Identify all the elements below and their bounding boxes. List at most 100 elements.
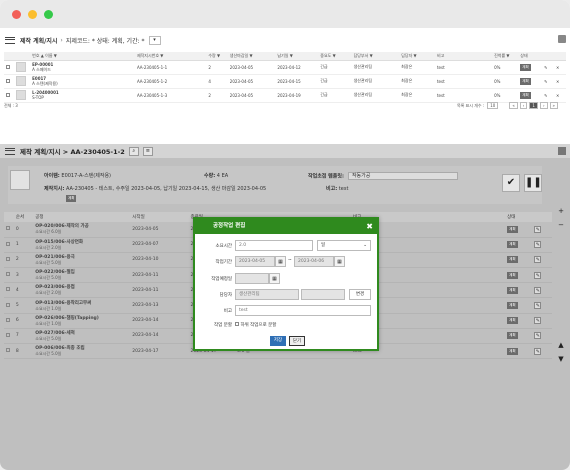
row-select-cell[interactable] — [4, 343, 14, 360]
edit-icon[interactable]: ✎ — [534, 302, 542, 310]
row-checkbox[interactable] — [6, 64, 10, 69]
edit-icon[interactable]: ✎ — [534, 332, 542, 340]
confirm-check-icon[interactable]: ✔ — [502, 174, 520, 192]
minimize-window-dot[interactable] — [28, 10, 37, 19]
period-end-input[interactable]: 2023-04-06 — [294, 256, 334, 267]
edit-icon[interactable]: ✎ — [534, 256, 542, 264]
edit-icon[interactable]: ✎ — [534, 241, 542, 249]
manager-change-button[interactable]: 변경 — [349, 289, 371, 300]
column-header[interactable] — [4, 212, 14, 222]
delete-icon[interactable]: ✕ — [556, 79, 559, 84]
note-input[interactable]: test — [235, 305, 371, 316]
duration-unit-select[interactable]: 일 ⌄ — [317, 240, 371, 251]
column-header[interactable] — [484, 52, 493, 61]
edit-icon[interactable]: ✎ — [534, 317, 542, 325]
checkbox-icon[interactable] — [235, 322, 239, 326]
pager-button[interactable]: 1 — [529, 102, 538, 109]
search-icon[interactable]: ⌕ — [128, 146, 139, 156]
column-header[interactable]: 번호 ▲ 이름 ▼ — [30, 52, 114, 61]
table-row[interactable]: E0017 A 스텐(제작용) AA-230405-1-2 4 2023-04-05 20… — [4, 74, 566, 89]
edit-icon[interactable]: ✎ — [534, 347, 542, 355]
edit-icon[interactable]: ✎ — [544, 93, 547, 98]
calendar-icon[interactable]: ▦ — [334, 256, 345, 267]
column-header[interactable] — [495, 212, 506, 222]
zoom-out-icon[interactable]: − — [556, 220, 566, 230]
column-header[interactable] — [13, 52, 31, 61]
manager-extra-input[interactable] — [301, 289, 345, 300]
row-select-cell[interactable] — [4, 237, 14, 253]
eta-input[interactable] — [235, 273, 269, 284]
maximize-window-dot[interactable] — [44, 10, 53, 19]
row-checkbox[interactable] — [6, 256, 10, 261]
period-start-input[interactable]: 2023-04-05 — [235, 256, 275, 267]
delete-icon[interactable]: ✕ — [556, 65, 559, 70]
column-header[interactable]: 시작일 — [130, 212, 189, 222]
move-up-icon[interactable]: ▲ — [556, 340, 566, 350]
manager-input[interactable]: 생산관리팀 — [235, 289, 299, 300]
column-header[interactable]: 수량 ▼ — [206, 52, 228, 61]
edit-icon[interactable]: ✎ — [534, 286, 542, 294]
column-header[interactable]: 상태 — [518, 52, 543, 61]
save-button[interactable]: 저장 — [270, 336, 286, 346]
row-select-cell[interactable] — [4, 88, 14, 103]
column-header[interactable]: 담당부서 ▼ — [351, 52, 400, 61]
pager-button[interactable]: ‹ — [519, 102, 528, 109]
calendar-icon[interactable]: ▦ — [275, 256, 286, 267]
row-select-cell[interactable] — [4, 267, 14, 284]
row-checkbox[interactable] — [6, 317, 10, 322]
list-icon[interactable]: ≡ — [142, 146, 153, 156]
edit-icon[interactable]: ✎ — [544, 79, 547, 84]
column-header[interactable]: 진척률 ▼ — [492, 52, 519, 61]
row-checkbox[interactable] — [6, 78, 10, 83]
row-select-cell[interactable] — [4, 313, 14, 329]
edit-icon[interactable]: ✎ — [534, 225, 542, 233]
edit-icon[interactable]: ✎ — [534, 271, 542, 279]
row-checkbox[interactable] — [6, 92, 10, 97]
zoom-in-icon[interactable]: + — [556, 206, 566, 216]
column-header[interactable]: 생산마감일 ▼ — [227, 52, 276, 61]
column-header[interactable] — [127, 52, 135, 61]
column-header[interactable]: 중요도 ▼ — [318, 52, 352, 61]
row-checkbox[interactable] — [6, 272, 10, 277]
user-icon[interactable] — [558, 147, 566, 155]
pager-button[interactable]: « — [509, 102, 518, 109]
split-checkbox[interactable]: 하위 작업으로 분할 — [235, 322, 276, 328]
close-icon[interactable]: ✖ — [366, 219, 373, 234]
close-window-dot[interactable] — [12, 10, 21, 19]
row-select-cell[interactable] — [4, 282, 14, 299]
row-checkbox[interactable] — [6, 302, 10, 307]
pager-button[interactable]: » — [549, 102, 558, 109]
table-row[interactable]: EP-00001 A 스페이드 AA-230405-1-1 2 2023-04-05 20… — [4, 60, 566, 75]
column-header[interactable]: 공정 — [33, 212, 131, 222]
filter-dropdown-button[interactable]: ▾ — [148, 35, 161, 45]
pager-button[interactable]: › — [539, 102, 548, 109]
column-header[interactable] — [554, 52, 566, 61]
column-header[interactable]: 비고 — [434, 52, 471, 61]
user-icon[interactable] — [558, 35, 566, 43]
move-down-icon[interactable]: ▼ — [556, 354, 566, 364]
row-select-cell[interactable] — [4, 60, 14, 75]
column-header[interactable] — [113, 52, 121, 61]
row-checkbox[interactable] — [6, 226, 10, 231]
column-header[interactable] — [120, 52, 128, 61]
row-select-cell[interactable] — [4, 222, 14, 238]
table-row[interactable]: L-20400001 S-TOP AA-230405-1-3 2 2023-04-05 2… — [4, 88, 566, 103]
row-checkbox[interactable] — [6, 287, 10, 292]
column-header[interactable] — [542, 52, 554, 61]
delete-icon[interactable]: ✕ — [556, 93, 559, 98]
row-select-cell[interactable] — [4, 328, 14, 345]
column-header[interactable]: 순서 — [13, 212, 34, 222]
calendar-icon[interactable]: ▦ — [269, 273, 280, 284]
edit-icon[interactable]: ✎ — [544, 65, 547, 70]
row-select-cell[interactable] — [4, 297, 14, 314]
column-header[interactable] — [532, 212, 552, 222]
cancel-button[interactable]: 닫기 — [289, 336, 305, 346]
row-select-cell[interactable] — [4, 252, 14, 269]
row-checkbox[interactable] — [6, 332, 10, 337]
column-header[interactable]: 상태 — [505, 212, 533, 222]
column-header[interactable] — [477, 52, 485, 61]
row-checkbox[interactable] — [6, 348, 10, 353]
page-size-select[interactable]: 10 — [487, 102, 499, 109]
process-template-select[interactable]: 작동가공 — [347, 172, 458, 180]
pause-icon[interactable]: ❚❚ — [524, 174, 542, 192]
